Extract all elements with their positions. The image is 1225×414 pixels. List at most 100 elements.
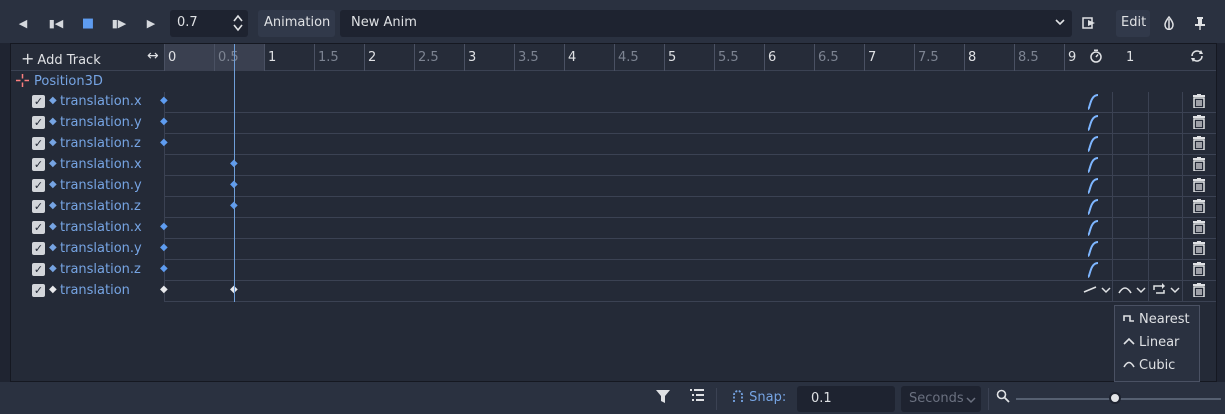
track-lane[interactable]: [164, 281, 1071, 302]
onion-skinning-icon[interactable]: [1156, 10, 1182, 36]
zoom-slider-grabber[interactable]: [1109, 392, 1121, 404]
loop-icon[interactable]: [1189, 49, 1205, 67]
ruler-tick-label: 8: [964, 44, 976, 71]
track-enabled-checkbox[interactable]: ✓: [32, 95, 45, 108]
filter-icon[interactable]: [656, 390, 670, 407]
track-enabled-checkbox[interactable]: ✓: [32, 158, 45, 171]
step-value[interactable]: 1: [1126, 50, 1134, 65]
keyframe[interactable]: ◆: [160, 242, 168, 253]
trash-icon[interactable]: [1192, 157, 1206, 175]
animation-menu-button[interactable]: Animation: [258, 10, 335, 37]
menu-item-linear[interactable]: Linear: [1123, 335, 1179, 350]
trash-icon[interactable]: [1192, 220, 1206, 238]
track-name: translation.y: [60, 241, 142, 256]
track-lane[interactable]: [164, 92, 1071, 113]
snap-toggle[interactable]: Snap:: [731, 390, 786, 405]
track-row[interactable]: ✓◆translation.y◆: [11, 113, 1216, 134]
column-separator: [1182, 197, 1183, 218]
timer-icon: [1089, 49, 1103, 67]
track-lane[interactable]: [164, 260, 1071, 281]
node-row[interactable]: Position3D: [11, 72, 1216, 92]
track-enabled-checkbox[interactable]: ✓: [32, 242, 45, 255]
track-lane[interactable]: [164, 218, 1071, 239]
track-name: translation.x: [60, 157, 142, 172]
bezier-curve-icon[interactable]: [1086, 262, 1100, 282]
column-separator: [1112, 218, 1113, 239]
track-row[interactable]: ✓◆translation.z◆: [11, 197, 1216, 218]
snap-step-input[interactable]: 0.1: [797, 386, 895, 412]
ruler-tick-label: 5.5: [714, 44, 739, 71]
track-type-icon: ◆: [49, 116, 57, 127]
bezier-curve-icon[interactable]: [1086, 220, 1100, 240]
track-name: translation.y: [60, 115, 142, 130]
trash-icon[interactable]: [1192, 136, 1206, 154]
track-type-icon: ◆: [49, 284, 57, 295]
track-lane[interactable]: [164, 197, 1071, 218]
add-track-button[interactable]: + Add Track: [21, 49, 101, 68]
bezier-curve-icon[interactable]: [1086, 94, 1100, 114]
bezier-curve-icon[interactable]: [1086, 136, 1100, 156]
update-mode-icon[interactable]: [1083, 283, 1111, 298]
track-lane[interactable]: [164, 239, 1071, 260]
playback-position-spinbox[interactable]: 0.7: [170, 10, 248, 37]
node-name: Position3D: [34, 74, 103, 89]
track-row[interactable]: ✓◆translation.z◆: [11, 260, 1216, 281]
keyframe[interactable]: ◆: [160, 284, 168, 295]
keyframe[interactable]: ◆: [160, 95, 168, 106]
track-row[interactable]: ✓◆translation.x◆: [11, 92, 1216, 113]
trash-icon[interactable]: [1192, 262, 1206, 280]
autoplay-on-load-icon[interactable]: [1076, 10, 1102, 36]
pin-icon[interactable]: [1187, 10, 1213, 36]
stop-icon[interactable]: ■: [75, 10, 101, 36]
track-enabled-checkbox[interactable]: ✓: [32, 137, 45, 150]
menu-item-cubic[interactable]: Cubic: [1123, 358, 1175, 373]
keyframe[interactable]: ◆: [160, 263, 168, 274]
track-row[interactable]: ✓◆translation.y◆: [11, 239, 1216, 260]
play-icon[interactable]: ▶: [138, 10, 164, 36]
interpolation-mode-icon[interactable]: [1118, 283, 1146, 298]
track-type-icon: ◆: [49, 263, 57, 274]
play-from-start-icon[interactable]: ▮▶: [106, 10, 132, 36]
track-enabled-checkbox[interactable]: ✓: [32, 116, 45, 129]
loop-wrap-icon[interactable]: [1152, 283, 1180, 298]
bezier-curve-icon[interactable]: [1086, 178, 1100, 198]
bezier-curve-icon[interactable]: [1086, 199, 1100, 219]
trash-icon[interactable]: [1192, 115, 1206, 133]
track-row[interactable]: ✓◆translation.z◆: [11, 134, 1216, 155]
animation-selector[interactable]: New Anim: [340, 10, 1072, 37]
bezier-curve-icon[interactable]: [1086, 241, 1100, 261]
keyframe[interactable]: ◆: [160, 116, 168, 127]
keyframe[interactable]: ◆: [160, 137, 168, 148]
track-enabled-checkbox[interactable]: ✓: [32, 221, 45, 234]
play-backwards-from-end-icon[interactable]: ▮◀: [43, 10, 69, 36]
track-lane[interactable]: [164, 113, 1071, 134]
track-row[interactable]: ✓◆translation.x◆: [11, 155, 1216, 176]
menu-item-nearest[interactable]: Nearest: [1123, 312, 1190, 327]
snap-unit-select[interactable]: Seconds: [901, 386, 981, 412]
track-enabled-checkbox[interactable]: ✓: [32, 179, 45, 192]
playhead[interactable]: [233, 44, 235, 302]
track-enabled-checkbox[interactable]: ✓: [32, 263, 45, 276]
bezier-curve-icon[interactable]: [1086, 157, 1100, 177]
fit-timeline-icon[interactable]: ↔: [147, 48, 159, 64]
trash-icon[interactable]: [1192, 283, 1206, 301]
trash-icon[interactable]: [1192, 178, 1206, 196]
group-tracks-icon[interactable]: [690, 389, 704, 405]
trash-icon[interactable]: [1192, 94, 1206, 112]
trash-icon[interactable]: [1192, 241, 1206, 259]
position3d-node-icon: [16, 74, 29, 90]
time-ruler[interactable]: 0 0.5 1 1.5 2 2.5 3 3.5 4 4.5 5 5.5 6 6.5 7 7.5 8 8.5 9: [164, 44, 1076, 71]
play-backwards-icon[interactable]: ◀: [10, 10, 36, 36]
track-lane[interactable]: [164, 155, 1071, 176]
track-lane[interactable]: [164, 134, 1071, 155]
bezier-curve-icon[interactable]: [1086, 115, 1100, 135]
edit-menu-button[interactable]: Edit: [1116, 10, 1150, 37]
track-row[interactable]: ✓◆translation◆◆: [11, 281, 1216, 302]
track-enabled-checkbox[interactable]: ✓: [32, 200, 45, 213]
track-enabled-checkbox[interactable]: ✓: [32, 284, 45, 297]
trash-icon[interactable]: [1192, 199, 1206, 217]
track-lane[interactable]: [164, 176, 1071, 197]
track-row[interactable]: ✓◆translation.x◆: [11, 218, 1216, 239]
keyframe[interactable]: ◆: [160, 221, 168, 232]
track-row[interactable]: ✓◆translation.y◆: [11, 176, 1216, 197]
